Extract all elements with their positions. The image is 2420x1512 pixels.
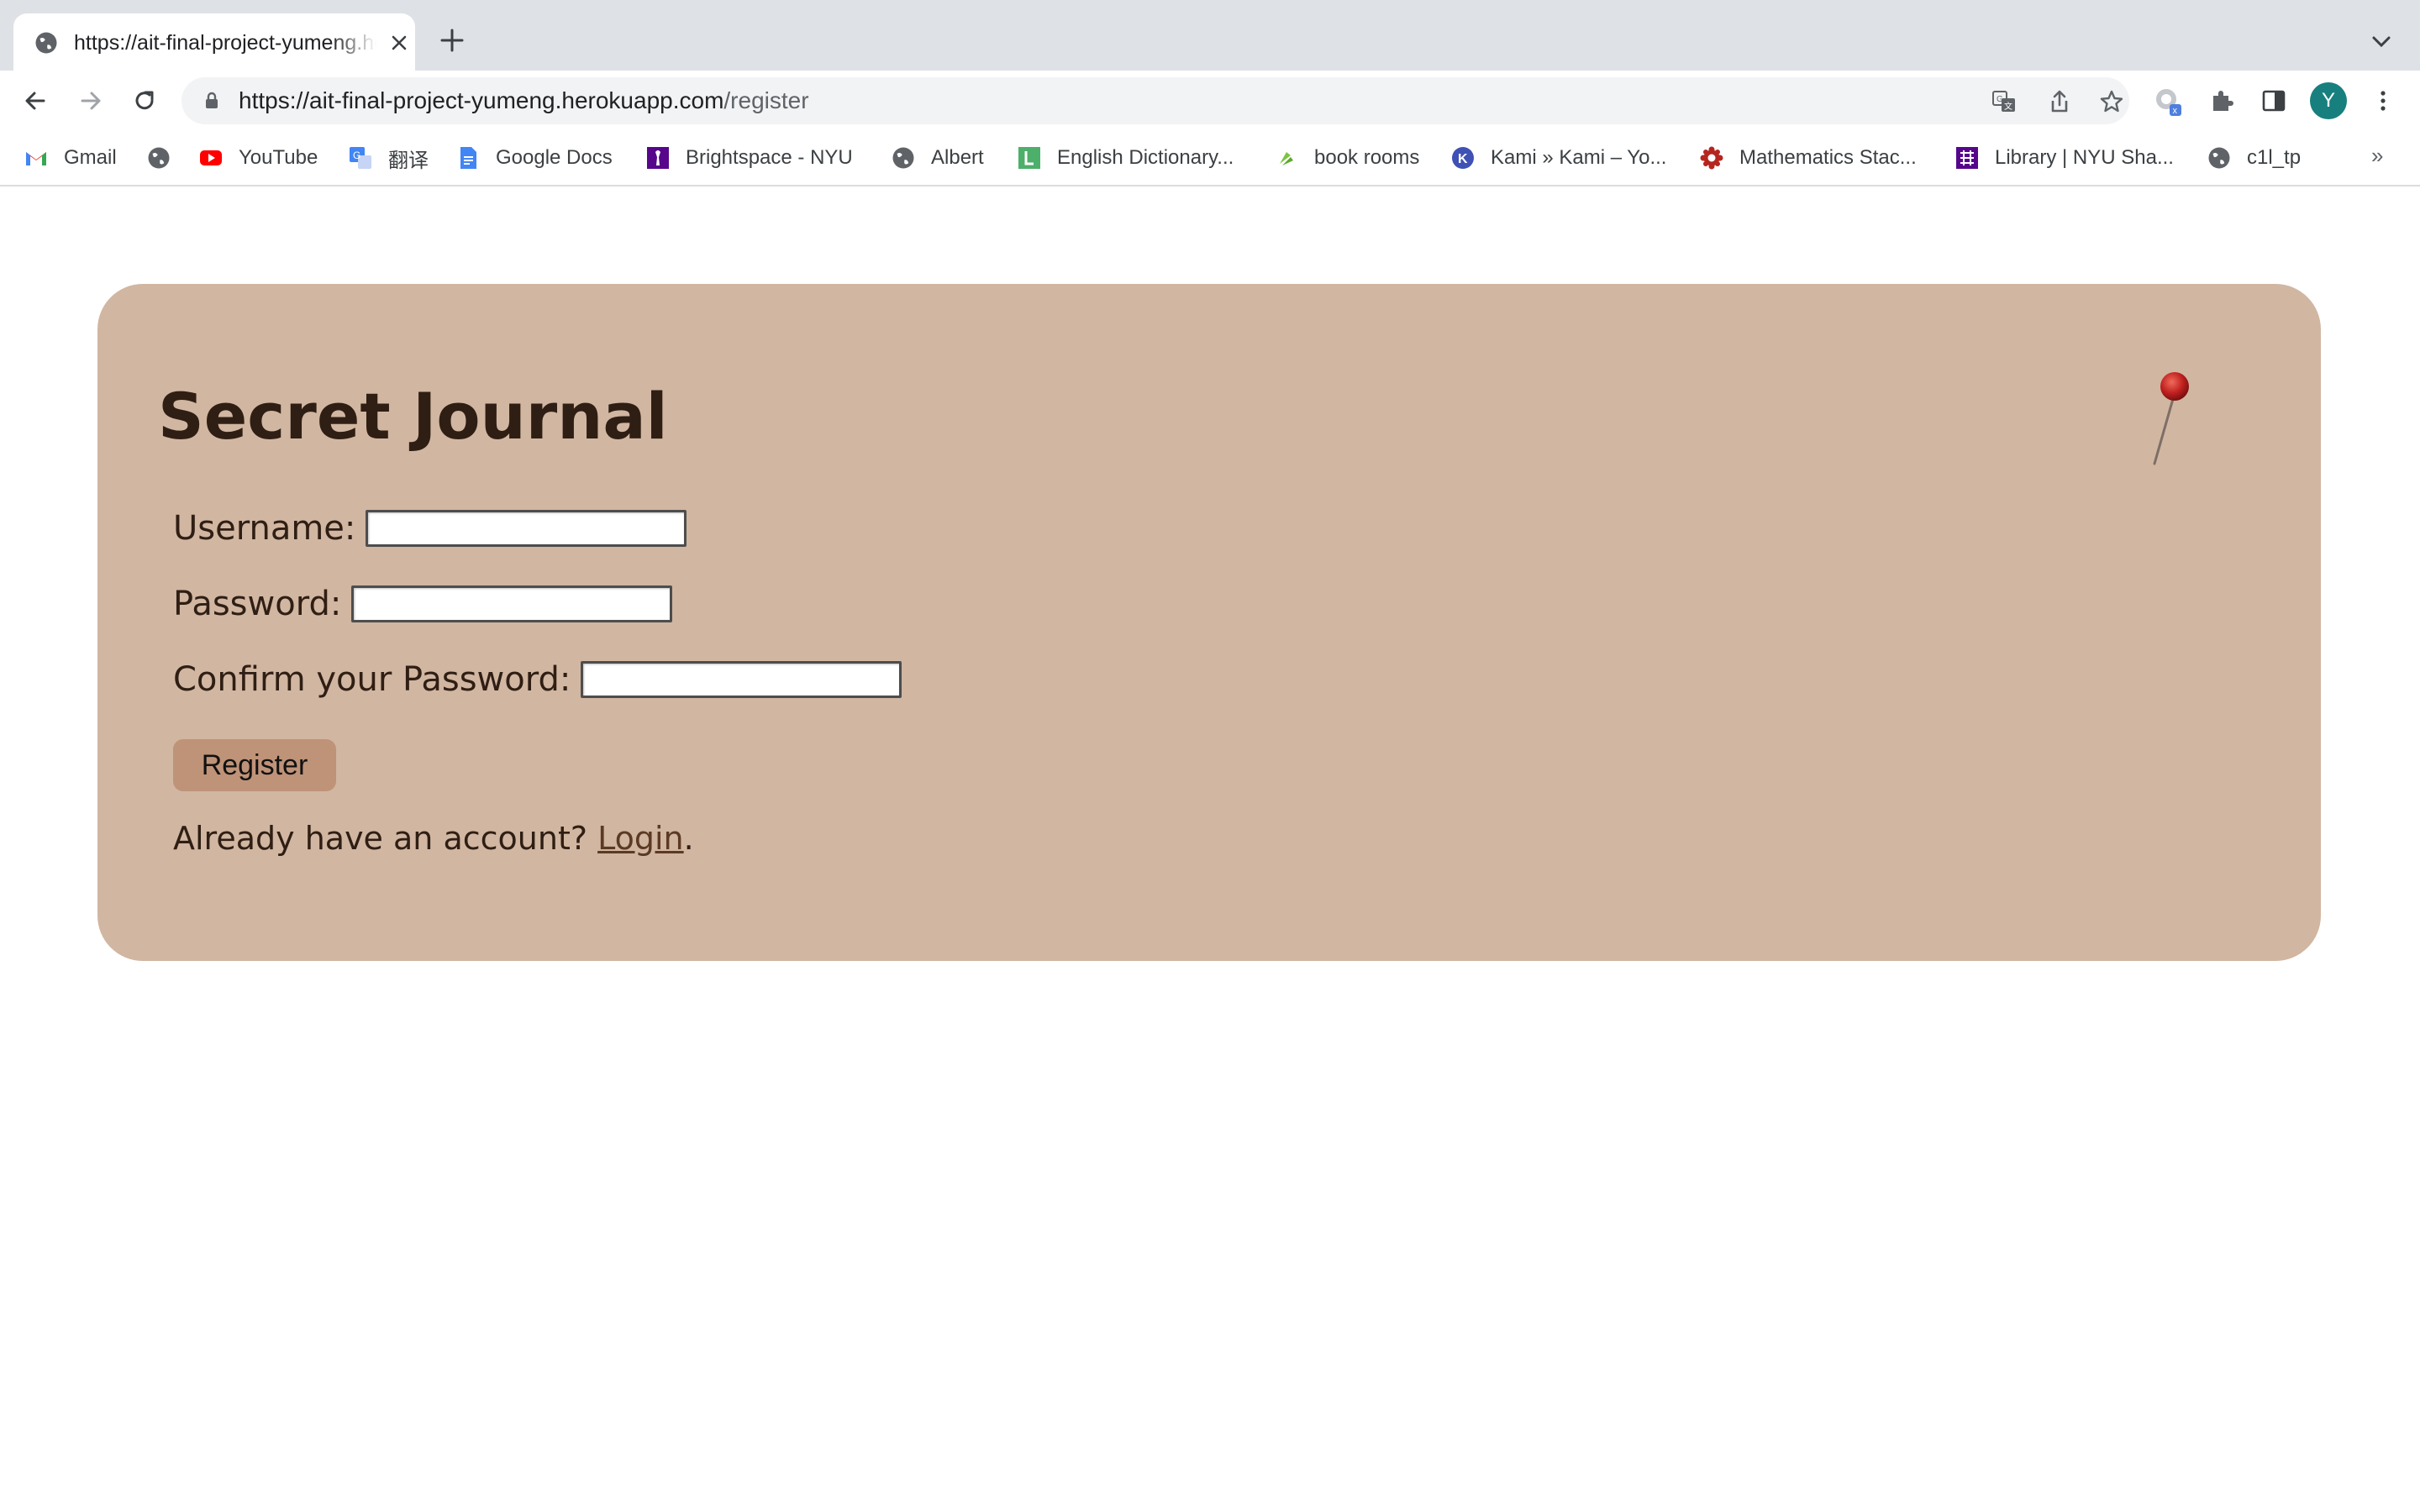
bookmark-youtube[interactable]: YouTube <box>198 143 318 173</box>
bookmark-label: 翻译 <box>388 149 429 172</box>
youtube-icon <box>200 150 222 165</box>
arrow-left-icon <box>25 92 45 110</box>
gmail-icon <box>26 152 46 165</box>
math-stackexchange-icon <box>1700 146 1723 170</box>
new-tab-icon[interactable] <box>439 27 466 54</box>
login-link[interactable]: Login <box>597 820 684 857</box>
more-vertical-icon <box>2381 91 2386 111</box>
bookmark-label: Library | NYU Sha... <box>1995 146 2174 169</box>
close-tab-icon[interactable] <box>390 34 408 52</box>
bookmark-label: Brightspace - NYU <box>686 146 853 169</box>
bookmark-label: book rooms <box>1314 146 1420 169</box>
bookmark-label: Gmail <box>64 146 117 169</box>
arrow-right-icon <box>81 92 101 110</box>
bookmark-c1l-tp[interactable]: c1l_tp <box>2207 143 2301 173</box>
bookmark-book-rooms[interactable]: book rooms <box>1274 143 1419 173</box>
address-bar[interactable]: https://ait-final-project-yumeng.herokua… <box>182 77 2129 124</box>
password-input[interactable] <box>351 585 673 622</box>
globe-icon <box>2208 147 2230 169</box>
lock-icon[interactable] <box>202 91 222 111</box>
bookmark-label: English Dictionary... <box>1057 146 1234 169</box>
nyu-torch-icon <box>647 147 669 169</box>
confirm-password-label: Confirm your Password: <box>173 660 571 699</box>
page-content: Secret Journal Username: Password: Confi… <box>0 186 2420 1512</box>
bookmark-kami[interactable]: K Kami » Kami – Yo... <box>1450 143 1666 173</box>
password-row: Password: <box>173 585 673 623</box>
globe-icon <box>892 147 914 169</box>
share-icon[interactable] <box>2047 89 2072 114</box>
library-icon <box>1956 147 1978 169</box>
bookmark-google-docs[interactable]: Google Docs <box>455 143 613 173</box>
login-prompt: Already have an account? Login. <box>173 820 694 857</box>
bookmark-math-stackexchange[interactable]: Mathematics Stac... <box>1699 143 1917 173</box>
profile-avatar[interactable]: Y <box>2310 82 2347 119</box>
puzzle-icon <box>2213 91 2233 111</box>
bookmark-nyu-library[interactable]: Library | NYU Sha... <box>1954 143 2174 173</box>
password-label: Password: <box>173 585 342 623</box>
url-text[interactable]: https://ait-final-project-yumeng.herokua… <box>239 86 809 116</box>
reload-button[interactable] <box>126 82 163 119</box>
url-path: /register <box>723 87 809 113</box>
bookmark-label: Google Docs <box>496 146 613 169</box>
active-tab[interactable]: https://ait-final-project-yumeng.herokua… <box>13 13 415 71</box>
bookmarks-overflow-button[interactable]: » <box>2371 143 2383 169</box>
bookmark-albert[interactable]: Albert <box>891 143 984 173</box>
register-button[interactable]: Register <box>173 739 336 791</box>
confirm-password-input[interactable] <box>581 661 902 698</box>
leaf-icon <box>1280 152 1293 165</box>
bookmark-label: c1l_tp <box>2247 146 2302 169</box>
svg-text:K: K <box>1458 152 1468 166</box>
back-button[interactable] <box>17 82 54 119</box>
google-translate-icon: G <box>350 147 371 169</box>
globe-icon <box>148 147 170 169</box>
pushpin-icon <box>2153 372 2189 465</box>
browser-toolbar: https://ait-final-project-yumeng.herokua… <box>0 71 2420 131</box>
login-prompt-text: Already have an account? <box>173 820 598 857</box>
username-label: Username: <box>173 509 356 548</box>
tab-title: https://ait-final-project-yumeng.herokua… <box>74 31 376 55</box>
username-row: Username: <box>173 509 687 548</box>
google-docs-icon <box>460 147 476 169</box>
bookmark-label: Albert <box>931 146 984 169</box>
login-prompt-suffix: . <box>683 820 694 857</box>
svg-text:G: G <box>353 150 360 161</box>
dictionary-l-icon <box>1018 147 1040 169</box>
extension-button[interactable]: x <box>2149 82 2186 119</box>
bookmark-gmail[interactable]: Gmail <box>24 143 117 173</box>
bookmark-label: Kami » Kami – Yo... <box>1491 146 1667 169</box>
bookmark-brightspace[interactable]: Brightspace - NYU <box>645 143 853 173</box>
url-host: https://ait-final-project-yumeng.herokua… <box>239 87 724 113</box>
svg-text:x: x <box>2173 106 2178 116</box>
globe-icon <box>35 32 57 54</box>
bookmark-globe[interactable] <box>146 143 187 173</box>
svg-text:文: 文 <box>2004 101 2012 112</box>
bookmark-star-icon[interactable] <box>2099 89 2124 114</box>
forward-button[interactable] <box>72 82 109 119</box>
bookmark-english-dictionary[interactable]: English Dictionary... <box>1017 143 1234 173</box>
bookmark-label: Mathematics Stac... <box>1739 146 1917 169</box>
extension-badge-icon: x <box>2156 89 2181 116</box>
kami-icon: K <box>1452 147 1474 169</box>
page-title: Secret Journal <box>158 379 668 454</box>
tab-strip: https://ait-final-project-yumeng.herokua… <box>0 0 2420 71</box>
side-panel-button[interactable] <box>2255 82 2292 119</box>
extensions-menu-button[interactable] <box>2203 82 2240 119</box>
confirm-password-row: Confirm your Password: <box>173 660 902 699</box>
bookmarks-bar: Gmail YouTube G 翻译 Google Docs Brightspa… <box>0 131 2420 186</box>
reload-icon <box>135 91 154 110</box>
bookmark-translate[interactable]: G 翻译 <box>348 143 429 173</box>
side-panel-icon <box>2262 90 2286 112</box>
username-input[interactable] <box>366 510 687 547</box>
chevron-down-icon[interactable] <box>2370 30 2393 54</box>
browser-menu-button[interactable] <box>2365 82 2402 119</box>
bookmark-label: YouTube <box>239 146 318 169</box>
translate-icon[interactable]: G 文 <box>1991 89 2017 114</box>
svg-text:G: G <box>1996 95 2003 104</box>
